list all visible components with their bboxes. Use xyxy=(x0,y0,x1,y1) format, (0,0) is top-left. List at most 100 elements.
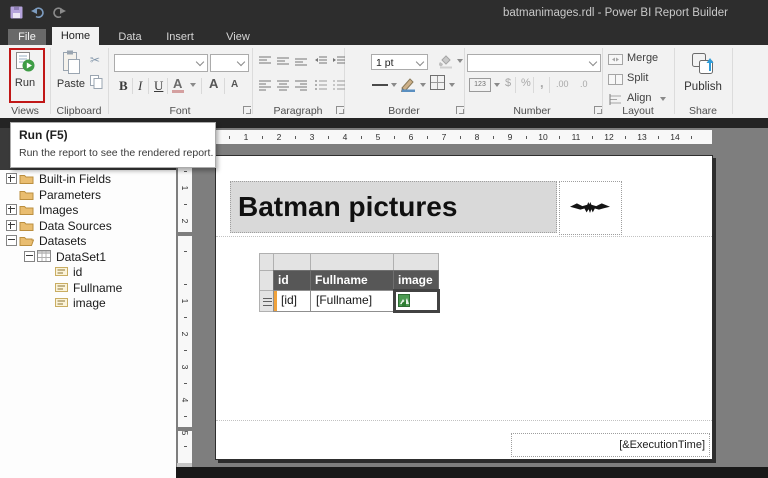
ruler-number: 9 xyxy=(507,132,513,142)
dropdown-arrow-icon xyxy=(457,59,463,63)
row-handle[interactable] xyxy=(259,270,274,291)
tree-item-field-fullname[interactable]: Fullname xyxy=(0,280,176,295)
report-title-textbox[interactable]: Batman pictures xyxy=(230,181,557,233)
data-cell-image-selected[interactable] xyxy=(393,289,440,313)
run-button[interactable]: Run xyxy=(11,50,39,97)
align-button[interactable]: Align xyxy=(627,92,651,104)
shrink-font-button[interactable]: A xyxy=(231,79,238,90)
tree-item-dataset1[interactable]: DataSet1 xyxy=(0,249,176,264)
line-style-icon[interactable] xyxy=(372,84,388,86)
tree-item-built-in-fields[interactable]: Built-in Fields xyxy=(0,171,176,186)
border-width-combo[interactable]: 1 pt xyxy=(371,54,428,70)
tree-item-field-id[interactable]: id xyxy=(0,264,176,279)
group-label-clipboard: Clipboard xyxy=(56,105,102,117)
ruler-number: 11 xyxy=(571,132,581,142)
decrease-indent-icon[interactable] xyxy=(314,55,328,67)
font-size-combo[interactable] xyxy=(210,54,249,72)
ruler-number: 5 xyxy=(375,132,381,142)
tree-item-label: Datasets xyxy=(39,234,87,248)
split-button[interactable]: Split xyxy=(627,72,648,84)
report-design-surface[interactable]: Batman pictures id Fullname image [id] [ xyxy=(215,155,713,460)
paste-button[interactable]: Paste xyxy=(54,50,88,97)
row-handle[interactable] xyxy=(259,290,274,312)
align-layout-icon[interactable] xyxy=(608,94,623,105)
comma-button[interactable]: , xyxy=(540,75,544,90)
tab-insert[interactable]: Insert xyxy=(160,29,200,45)
paragraph-dialog-launcher-icon[interactable] xyxy=(336,106,344,114)
italic-button[interactable]: I xyxy=(138,78,142,94)
group-separator xyxy=(252,48,253,114)
tree-item-data-sources[interactable]: Data Sources xyxy=(0,218,176,233)
merge-button[interactable]: Merge xyxy=(627,52,658,64)
collapse-minus-icon[interactable] xyxy=(6,235,17,246)
tab-home[interactable]: Home xyxy=(52,27,99,45)
expand-plus-icon[interactable] xyxy=(6,204,17,215)
image-placeholder-icon xyxy=(398,294,410,307)
header-cell-fullname[interactable]: Fullname xyxy=(310,270,394,291)
numbered-list-icon[interactable] xyxy=(332,79,346,91)
divider xyxy=(549,77,550,93)
publish-button[interactable]: Publish xyxy=(678,48,728,103)
increase-decimal-button[interactable]: .00 xyxy=(556,79,569,89)
font-color-swatch xyxy=(172,90,184,93)
number-format-icon[interactable]: 123 xyxy=(469,78,491,92)
bold-button[interactable]: B xyxy=(119,78,128,94)
data-cell-fullname[interactable]: [Fullname] xyxy=(310,290,394,312)
collapse-minus-icon[interactable] xyxy=(24,251,35,262)
align-right-icon[interactable] xyxy=(294,79,308,91)
font-name-combo[interactable] xyxy=(114,54,208,72)
tablix-corner-handle[interactable] xyxy=(259,253,274,271)
divider xyxy=(167,78,168,94)
tree-item-field-image[interactable]: image xyxy=(0,295,176,310)
align-left-icon[interactable] xyxy=(258,79,272,91)
data-cell-id[interactable]: [id] xyxy=(273,290,311,312)
undo-icon[interactable] xyxy=(31,6,45,19)
tree-item-parameters[interactable]: Parameters xyxy=(0,187,176,202)
tree-item-images[interactable]: Images xyxy=(0,202,176,217)
open-folder-icon xyxy=(19,237,34,246)
border-pen-icon[interactable] xyxy=(400,76,418,92)
border-dialog-launcher-icon[interactable] xyxy=(456,106,464,114)
header-body-separator xyxy=(216,236,712,237)
borders-grid-icon[interactable] xyxy=(430,75,445,90)
align-top-icon[interactable] xyxy=(258,55,272,67)
font-color-button[interactable]: A xyxy=(172,76,199,94)
align-center-icon[interactable] xyxy=(276,79,290,91)
underline-button[interactable]: U xyxy=(154,78,163,94)
header-cell-id[interactable]: id xyxy=(273,270,311,291)
column-handle[interactable] xyxy=(310,253,394,271)
ruler-section-gap xyxy=(178,232,192,236)
horizontal-ruler: 1 2 3 4 5 6 7 8 9 10 11 12 13 14 xyxy=(215,130,712,144)
tab-data[interactable]: Data xyxy=(112,29,148,45)
execution-time-textbox[interactable]: [&ExecutionTime] xyxy=(511,433,710,457)
currency-button[interactable]: $ xyxy=(505,77,511,89)
align-bottom-icon[interactable] xyxy=(294,55,308,67)
merge-cells-icon[interactable] xyxy=(608,54,623,65)
expand-plus-icon[interactable] xyxy=(6,220,17,231)
border-width-value: 1 pt xyxy=(376,57,394,69)
align-middle-icon[interactable] xyxy=(276,55,290,67)
ruler-number: 2 xyxy=(180,218,190,224)
tab-file[interactable]: File xyxy=(8,29,46,45)
copy-icon[interactable] xyxy=(90,75,103,89)
grow-font-button[interactable]: A xyxy=(209,76,218,91)
expand-plus-icon[interactable] xyxy=(6,173,17,184)
column-handle[interactable] xyxy=(273,253,311,271)
redo-icon[interactable] xyxy=(52,6,66,19)
number-format-combo[interactable] xyxy=(467,54,601,72)
bullet-list-icon[interactable] xyxy=(314,79,328,91)
column-handle[interactable] xyxy=(393,253,439,271)
tree-item-datasets[interactable]: Datasets xyxy=(0,233,176,248)
split-cells-icon[interactable] xyxy=(608,74,623,85)
tab-view[interactable]: View xyxy=(220,29,256,45)
increase-indent-icon[interactable] xyxy=(332,55,346,67)
batman-logo-imagebox[interactable] xyxy=(559,181,622,235)
fill-color-icon[interactable] xyxy=(437,53,454,69)
header-cell-image[interactable]: image xyxy=(393,270,439,291)
tooltip-title: Run (F5) xyxy=(19,128,68,142)
cut-icon[interactable]: ✂ xyxy=(90,53,100,67)
decrease-decimal-button[interactable]: .0 xyxy=(580,79,588,89)
font-dialog-launcher-icon[interactable] xyxy=(243,106,251,114)
percent-button[interactable]: % xyxy=(521,77,531,89)
save-icon[interactable] xyxy=(10,6,23,19)
